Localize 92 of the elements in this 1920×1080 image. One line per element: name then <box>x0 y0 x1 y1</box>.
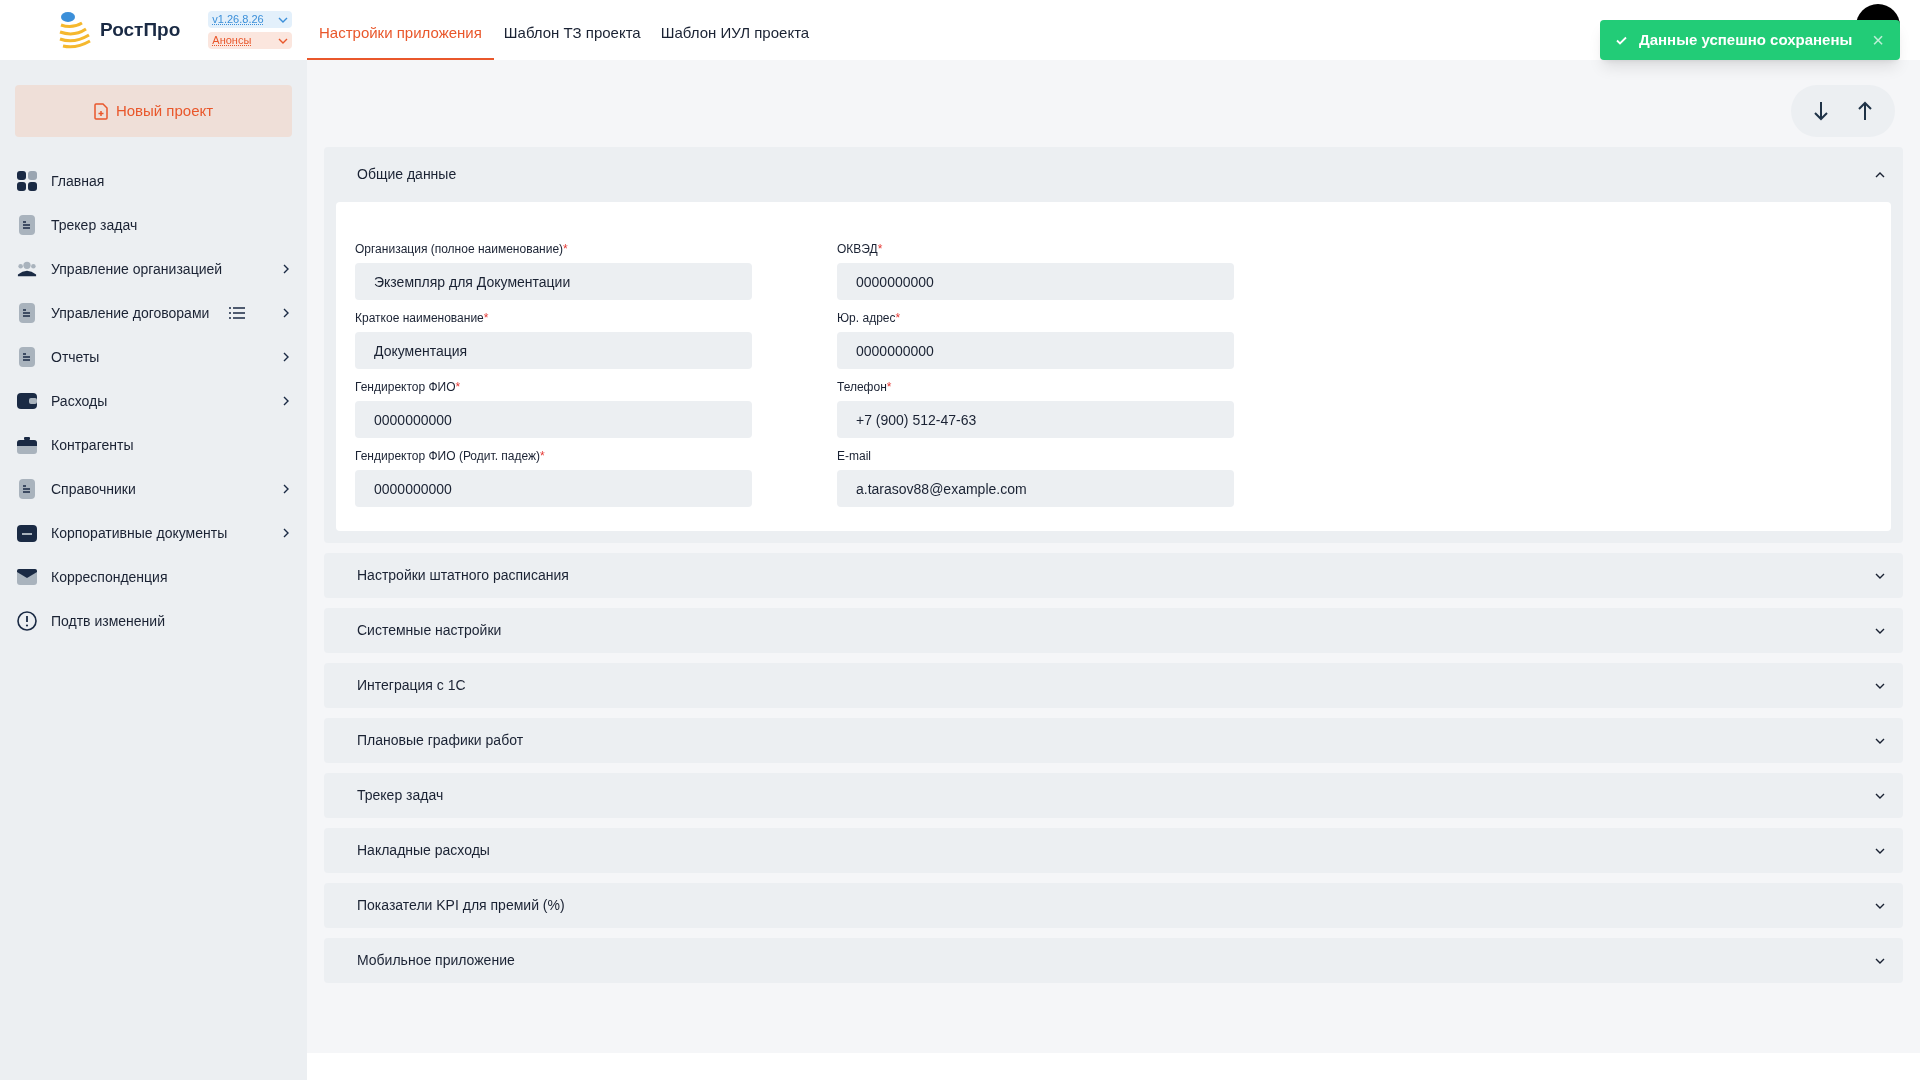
folder-icon <box>17 524 37 542</box>
sidebar-item-label: Корреспонденция <box>51 567 169 587</box>
file-plus-icon <box>93 102 108 120</box>
sidebar-item[interactable]: Главная <box>0 159 307 203</box>
sidebar-item[interactable]: Управление организацией <box>0 247 307 291</box>
sidebar-item-label: Управление договорами <box>51 303 211 323</box>
toast-message: Данные успешно сохранены <box>1639 29 1854 50</box>
chevron-up-icon <box>1875 171 1885 178</box>
field-label: Краткое наименование <box>355 310 484 327</box>
sidebar-item-label: Контрагенты <box>51 435 135 455</box>
field-label: E-mail <box>837 448 871 465</box>
document-icon <box>18 215 36 235</box>
chevron-right-icon <box>283 264 289 274</box>
chevron-right-icon <box>283 484 289 494</box>
chevron-down-icon <box>278 37 289 44</box>
chevron-down-icon <box>1875 792 1885 799</box>
sidebar-item[interactable]: Подтв изменений <box>0 599 307 643</box>
field-label: Юр. адрес <box>837 310 896 327</box>
sidebar-item-label: Расходы <box>51 391 109 411</box>
sidebar-item[interactable]: Трекер задач <box>0 203 307 247</box>
input-field[interactable]: Экземпляр для Документации <box>355 263 752 300</box>
input-field[interactable]: 0000000000 <box>837 332 1234 369</box>
input-field[interactable]: a.tarasov88@example.com <box>837 470 1234 507</box>
required-mark: * <box>877 241 883 258</box>
required-mark: * <box>455 379 461 396</box>
section-header[interactable]: Накладные расходы <box>324 828 1903 873</box>
sidebar-item-label: Управление организацией <box>51 259 224 279</box>
sidebar-item[interactable]: Корпоративные документы <box>0 511 307 555</box>
chevron-down-icon <box>1875 902 1885 909</box>
check-icon <box>1616 35 1627 45</box>
sidebar-item[interactable]: Справочники <box>0 467 307 511</box>
sidebar-item-label: Подтв изменений <box>51 611 166 631</box>
sidebar-item[interactable]: Отчеты <box>0 335 307 379</box>
required-mark: * <box>563 241 568 258</box>
required-mark: * <box>886 379 892 396</box>
chevron-down-icon <box>1875 682 1885 689</box>
section-header[interactable]: Настройки штатного расписания <box>324 553 1903 598</box>
envelope-icon <box>17 569 37 585</box>
sidebar-item[interactable]: Расходы <box>0 379 307 423</box>
chevron-down-icon <box>1875 737 1885 744</box>
field-label: Телефон <box>837 379 887 396</box>
field-label: Организация (полное наименование) <box>355 241 564 258</box>
section-header[interactable]: Показатели KPI для премий (%) <box>324 883 1903 928</box>
section-header[interactable]: Интеграция с 1С <box>324 663 1903 708</box>
input-field[interactable]: 0000000000 <box>355 401 752 438</box>
chevron-down-icon <box>1875 847 1885 854</box>
input-field[interactable]: +7 (900) 512-47-63 <box>837 401 1234 438</box>
field-label: Гендиректор ФИО (Родит. падеж) <box>355 448 541 465</box>
field-label: ОКВЭД <box>837 241 878 258</box>
sidebar-item[interactable]: Корреспонденция <box>0 555 307 599</box>
logo-icon <box>58 11 92 49</box>
chevron-right-icon <box>283 396 289 406</box>
required-mark: * <box>895 310 901 327</box>
document-icon <box>18 347 36 367</box>
document-icon <box>18 479 36 499</box>
chevron-right-icon <box>283 308 289 318</box>
chevron-down-icon <box>1875 957 1885 964</box>
section-header[interactable]: Плановые графики работ <box>324 718 1903 763</box>
field-label: Гендиректор ФИО <box>355 379 456 396</box>
document-icon <box>18 303 36 323</box>
tab[interactable]: Шаблон ТЗ проекта <box>493 8 651 60</box>
sidebar-item-label: Отчеты <box>51 347 101 367</box>
required-mark: * <box>483 310 489 327</box>
tab[interactable]: Шаблон ИУЛ проекта <box>650 8 820 60</box>
logo-text: РостПро <box>100 17 181 42</box>
input-field[interactable]: 0000000000 <box>355 470 752 507</box>
sidebar-item-label: Трекер задач <box>51 215 139 235</box>
chevron-right-icon <box>283 528 289 538</box>
people-icon <box>17 260 37 278</box>
input-field[interactable]: 0000000000 <box>837 263 1234 300</box>
sidebar-item[interactable]: Контрагенты <box>0 423 307 467</box>
sidebar-item-label: Справочники <box>51 479 137 499</box>
sidebar-item[interactable]: Управление договорами <box>0 291 307 335</box>
grid-icon <box>17 171 37 191</box>
section-header[interactable]: Мобильное приложение <box>324 938 1903 983</box>
chevron-down-icon <box>278 16 289 23</box>
sidebar-item-label: Корпоративные документы <box>51 523 229 543</box>
wallet-icon <box>17 392 37 410</box>
chevron-right-icon <box>283 352 289 362</box>
required-mark: * <box>540 448 545 465</box>
arrow-up-icon <box>1858 101 1872 121</box>
input-field[interactable]: Документация <box>355 332 752 369</box>
chevron-down-icon <box>1875 572 1885 579</box>
section-header[interactable]: Общие данные <box>324 147 1903 202</box>
briefcase-icon <box>17 436 37 454</box>
chevron-down-icon <box>1875 627 1885 634</box>
list-icon[interactable] <box>229 307 245 319</box>
alert-icon <box>17 611 37 631</box>
arrow-down-icon <box>1814 101 1828 121</box>
sidebar-item-label: Главная <box>51 171 106 191</box>
section-header[interactable]: Трекер задач <box>324 773 1903 818</box>
section-header[interactable]: Системные настройки <box>324 608 1903 653</box>
